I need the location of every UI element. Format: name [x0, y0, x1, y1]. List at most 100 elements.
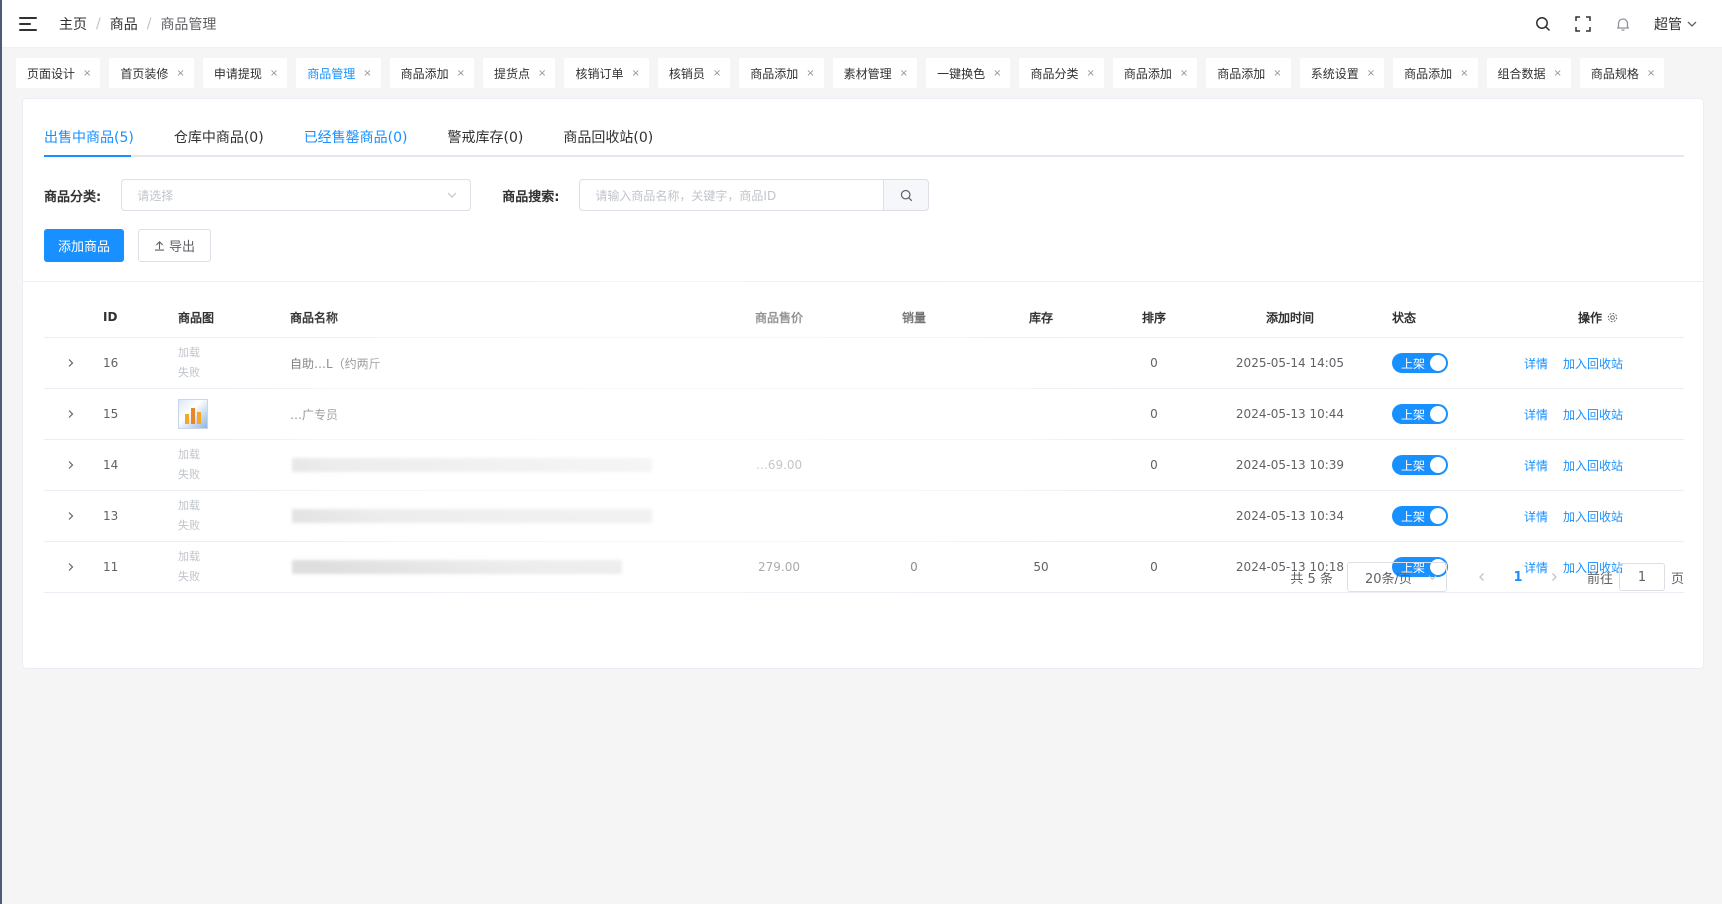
tag-item[interactable]: 一键换色 ×: [926, 58, 1011, 88]
close-icon[interactable]: ×: [631, 68, 639, 79]
expand-toggle[interactable]: [64, 389, 78, 439]
cell-ops: 详情 加入回收站: [1524, 338, 1684, 388]
close-icon[interactable]: ×: [713, 68, 721, 79]
tag-item[interactable]: 页面设计 ×: [16, 58, 101, 88]
tab-4[interactable]: 商品回收站(0): [563, 121, 653, 157]
tag-item[interactable]: 首页装修 ×: [109, 58, 194, 88]
tag-item[interactable]: 商品添加 ×: [1393, 58, 1478, 88]
recycle-link[interactable]: 加入回收站: [1563, 508, 1623, 525]
tag-item[interactable]: 商品规格 ×: [1579, 58, 1665, 88]
export-button[interactable]: 导出: [138, 229, 211, 262]
close-icon[interactable]: ×: [538, 68, 546, 79]
next-page-button[interactable]: [1539, 572, 1569, 582]
prev-page-button[interactable]: [1467, 572, 1497, 582]
tag-label: 申请提现: [213, 66, 262, 81]
tag-item[interactable]: 商品添加 ×: [389, 58, 475, 88]
image-load-failed: 加载失败: [178, 448, 200, 481]
upload-icon: [154, 241, 165, 251]
chevron-right-icon: [1552, 573, 1557, 581]
tag-item[interactable]: 提货点 ×: [483, 58, 556, 88]
pagination-total: 共 5 条: [1290, 571, 1333, 587]
expand-toggle[interactable]: [64, 338, 78, 388]
detail-link[interactable]: 详情: [1524, 355, 1548, 372]
table-row[interactable]: 13 加载失败 2024-05-13 10:34 上架 详情 加入回收站: [44, 491, 1684, 542]
status-toggle[interactable]: 上架: [1392, 455, 1448, 475]
recycle-link[interactable]: 加入回收站: [1563, 355, 1623, 372]
tab-0[interactable]: 出售中商品(5): [44, 121, 134, 157]
recycle-link[interactable]: 加入回收站: [1563, 457, 1623, 474]
close-icon[interactable]: ×: [806, 68, 814, 79]
close-icon[interactable]: ×: [993, 68, 1001, 79]
tag-item[interactable]: 组合数据 ×: [1486, 58, 1571, 88]
user-menu[interactable]: 超管: [1654, 14, 1698, 34]
close-icon[interactable]: ×: [363, 68, 371, 79]
search-icon[interactable]: [1534, 15, 1552, 33]
category-select[interactable]: 请选择: [121, 179, 472, 211]
status-toggle-label: 上架: [1401, 407, 1426, 422]
status-toggle[interactable]: 上架: [1392, 404, 1448, 424]
search-input[interactable]: 请输入商品名称，关键字，商品ID: [579, 179, 884, 211]
status-toggle[interactable]: 上架: [1392, 353, 1448, 373]
page-jumper: 前往 1 页: [1587, 563, 1684, 591]
cell-id: 13: [103, 509, 119, 523]
product-name: 自助…L（约两斤: [290, 356, 381, 371]
close-icon[interactable]: ×: [1086, 68, 1094, 79]
tag-item[interactable]: 商品管理 ×: [296, 58, 381, 88]
breadcrumb-home[interactable]: 主页: [59, 14, 87, 34]
page-size-select[interactable]: 20条/页: [1346, 562, 1447, 592]
page-number-1[interactable]: 1: [1497, 570, 1539, 585]
close-icon[interactable]: ×: [83, 68, 91, 79]
breadcrumb-goods[interactable]: 商品: [110, 14, 138, 34]
close-icon[interactable]: ×: [176, 68, 184, 79]
recycle-link[interactable]: 加入回收站: [1563, 406, 1623, 423]
table-row[interactable]: 15 …广专员 0 2024-05-13 10:44 上架 详情 加入回收站: [44, 389, 1684, 440]
image-load-failed: 加载失败: [178, 346, 200, 379]
tab-2[interactable]: 已经售罄商品(0): [304, 121, 408, 157]
goto-page-input[interactable]: 1: [1618, 563, 1665, 591]
cell-status: 上架: [1392, 338, 1462, 388]
fullscreen-icon[interactable]: [1574, 15, 1592, 33]
close-icon[interactable]: ×: [1367, 68, 1375, 79]
close-icon[interactable]: ×: [270, 68, 278, 79]
redacted-text: [292, 509, 652, 523]
tag-item[interactable]: 核销员 ×: [657, 58, 731, 88]
menu-fold-icon[interactable]: [19, 16, 37, 31]
close-icon[interactable]: ×: [1554, 68, 1562, 79]
expand-toggle[interactable]: [64, 440, 78, 490]
image-load-failed: 加载失败: [178, 499, 200, 532]
top-header: 主页 / 商品 / 商品管理 超管: [2, 0, 1722, 48]
tag-item[interactable]: 核销订单 ×: [564, 58, 649, 88]
redacted-text: [292, 458, 652, 472]
detail-link[interactable]: 详情: [1524, 508, 1548, 525]
tag-item[interactable]: 系统设置 ×: [1299, 58, 1385, 88]
tab-3[interactable]: 警戒库存(0): [448, 121, 524, 157]
expand-toggle[interactable]: [64, 491, 78, 541]
gear-icon[interactable]: [1607, 312, 1618, 323]
cell-price: [734, 491, 824, 541]
status-toggle[interactable]: 上架: [1392, 506, 1448, 526]
tag-label: 商品添加: [1123, 66, 1172, 81]
close-icon[interactable]: ×: [900, 68, 908, 79]
category-placeholder: 请选择: [137, 188, 174, 203]
tab-1[interactable]: 仓库中商品(0): [174, 121, 264, 157]
close-icon[interactable]: ×: [1460, 68, 1468, 79]
cell-name: [290, 491, 730, 541]
col-ops: 操作: [1578, 297, 1722, 337]
close-icon[interactable]: ×: [457, 68, 465, 79]
search-button[interactable]: [883, 179, 930, 211]
tag-item[interactable]: 商品添加 ×: [739, 58, 824, 88]
tag-item[interactable]: 商品分类 ×: [1019, 58, 1104, 88]
tag-item[interactable]: 申请提现 ×: [202, 58, 288, 88]
close-icon[interactable]: ×: [1647, 68, 1655, 79]
bell-icon[interactable]: [1614, 15, 1632, 33]
detail-link[interactable]: 详情: [1524, 457, 1548, 474]
table-row[interactable]: 14 加载失败 …69.00 0 2024-05-13 10:39 上架 详情 加入回收站: [44, 440, 1684, 491]
table-row[interactable]: 16 加载失败 自助…L（约两斤 0 2025-05-14 14:05 上架 详情 加入回收站: [44, 338, 1684, 389]
tag-item[interactable]: 商品添加 ×: [1206, 58, 1291, 88]
tag-item[interactable]: 素材管理 ×: [832, 58, 918, 88]
detail-link[interactable]: 详情: [1524, 406, 1548, 423]
close-icon[interactable]: ×: [1273, 68, 1281, 79]
close-icon[interactable]: ×: [1180, 68, 1188, 79]
tag-item[interactable]: 商品添加 ×: [1112, 58, 1198, 88]
add-product-button[interactable]: 添加商品: [44, 229, 124, 262]
